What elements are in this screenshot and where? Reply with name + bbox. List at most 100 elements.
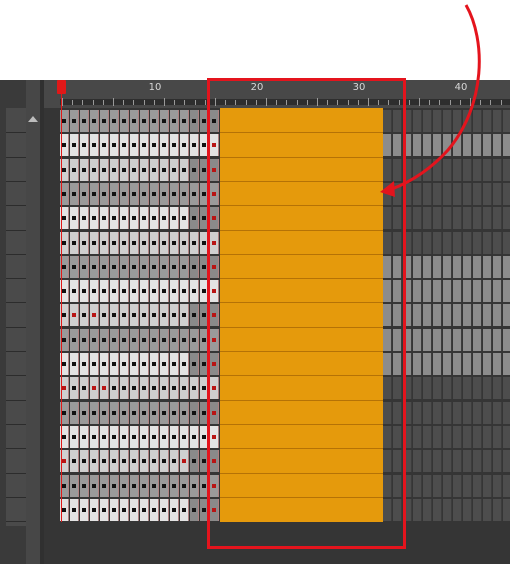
frame-cell[interactable] (100, 280, 109, 303)
empty-frame-cell[interactable] (473, 401, 482, 424)
empty-frame-cell[interactable] (453, 401, 462, 424)
frame-cell[interactable] (110, 474, 119, 497)
empty-frame-cell[interactable] (433, 450, 442, 473)
empty-frame-cell[interactable] (493, 158, 502, 181)
frame-cell[interactable] (170, 231, 179, 254)
frame-cell[interactable] (70, 450, 79, 473)
frame-cell[interactable] (110, 425, 119, 448)
empty-frame-cell[interactable] (423, 304, 432, 327)
frame-cell[interactable] (140, 304, 149, 327)
frame-cell[interactable] (100, 110, 109, 132)
frame-cell[interactable] (80, 353, 89, 375)
frame-cell[interactable] (80, 401, 89, 424)
frame-cell[interactable] (190, 110, 199, 132)
frame-cell[interactable] (70, 474, 79, 497)
frame-cell[interactable] (150, 231, 159, 254)
frame-cell[interactable] (120, 158, 129, 181)
frame-cell[interactable] (160, 255, 169, 278)
empty-frame-cell[interactable] (433, 377, 442, 400)
empty-frame-cell[interactable] (483, 280, 492, 303)
empty-frame-cell[interactable] (493, 134, 502, 157)
frame-cell[interactable] (70, 498, 79, 521)
empty-frame-cell[interactable] (493, 110, 502, 132)
empty-frame-cell[interactable] (453, 158, 462, 181)
frame-cell[interactable] (150, 110, 159, 132)
frame-cell[interactable] (190, 425, 199, 448)
frame-cell[interactable] (130, 110, 139, 132)
frame-cell[interactable] (140, 158, 149, 181)
frame-cell[interactable] (120, 231, 129, 254)
empty-frame-cell[interactable] (463, 328, 472, 351)
frame-cell[interactable] (90, 280, 99, 303)
frame-cell[interactable] (130, 425, 139, 448)
empty-frame-cell[interactable] (473, 280, 482, 303)
frame-cell[interactable] (190, 401, 199, 424)
empty-frame-cell[interactable] (423, 134, 432, 157)
frame-cell[interactable] (120, 353, 129, 375)
frame-cell[interactable] (90, 134, 99, 157)
frame-cell[interactable] (160, 474, 169, 497)
frame-cell[interactable] (140, 328, 149, 351)
frame-cell[interactable] (90, 450, 99, 473)
frame-cell[interactable] (90, 328, 99, 351)
frame-cell[interactable] (160, 280, 169, 303)
empty-frame-cell[interactable] (473, 158, 482, 181)
empty-frame-cell[interactable] (473, 450, 482, 473)
empty-frame-cell[interactable] (433, 158, 442, 181)
frame-cell[interactable] (170, 158, 179, 181)
empty-frame-cell[interactable] (443, 328, 452, 351)
frame-cell[interactable] (120, 304, 129, 327)
empty-frame-cell[interactable] (473, 134, 482, 157)
empty-frame-cell[interactable] (423, 110, 432, 132)
frame-cell[interactable] (130, 231, 139, 254)
frame-cell[interactable] (170, 207, 179, 230)
frame-cell[interactable] (100, 450, 109, 473)
empty-frame-cell[interactable] (503, 182, 510, 205)
empty-frame-cell[interactable] (453, 474, 462, 497)
empty-frame-cell[interactable] (463, 280, 472, 303)
frame-cell[interactable] (70, 158, 79, 181)
empty-frame-cell[interactable] (503, 280, 510, 303)
frame-cell[interactable] (190, 498, 199, 521)
frame-cell[interactable] (120, 110, 129, 132)
frame-cell[interactable] (170, 401, 179, 424)
frame-cell[interactable] (190, 353, 199, 375)
empty-frame-cell[interactable] (423, 328, 432, 351)
frame-cell[interactable] (150, 134, 159, 157)
frame-cell[interactable] (120, 450, 129, 473)
frame-cell[interactable] (70, 231, 79, 254)
frame-cell[interactable] (140, 134, 149, 157)
empty-frame-cell[interactable] (473, 425, 482, 448)
frame-cell[interactable] (130, 207, 139, 230)
empty-frame-cell[interactable] (493, 425, 502, 448)
empty-frame-cell[interactable] (483, 134, 492, 157)
frame-cell[interactable] (100, 425, 109, 448)
empty-frame-cell[interactable] (503, 304, 510, 327)
empty-frame-cell[interactable] (453, 353, 462, 375)
empty-frame-cell[interactable] (443, 158, 452, 181)
empty-frame-cell[interactable] (503, 255, 510, 278)
empty-frame-cell[interactable] (483, 207, 492, 230)
empty-frame-cell[interactable] (433, 304, 442, 327)
empty-frame-cell[interactable] (423, 498, 432, 521)
frame-cell[interactable] (160, 328, 169, 351)
frame-cell[interactable] (160, 498, 169, 521)
empty-frame-cell[interactable] (453, 304, 462, 327)
empty-frame-cell[interactable] (463, 353, 472, 375)
empty-frame-cell[interactable] (443, 110, 452, 132)
frame-cell[interactable] (160, 231, 169, 254)
frame-cell[interactable] (90, 231, 99, 254)
empty-frame-cell[interactable] (443, 134, 452, 157)
empty-frame-cell[interactable] (413, 231, 422, 254)
frame-cell[interactable] (140, 280, 149, 303)
frame-cell[interactable] (80, 110, 89, 132)
frame-cell[interactable] (80, 280, 89, 303)
empty-frame-cell[interactable] (443, 280, 452, 303)
empty-frame-cell[interactable] (433, 134, 442, 157)
empty-frame-cell[interactable] (413, 498, 422, 521)
frame-cell[interactable] (180, 304, 189, 327)
empty-frame-cell[interactable] (463, 231, 472, 254)
empty-frame-cell[interactable] (493, 498, 502, 521)
frame-cell[interactable] (190, 207, 199, 230)
frame-cell[interactable] (80, 134, 89, 157)
